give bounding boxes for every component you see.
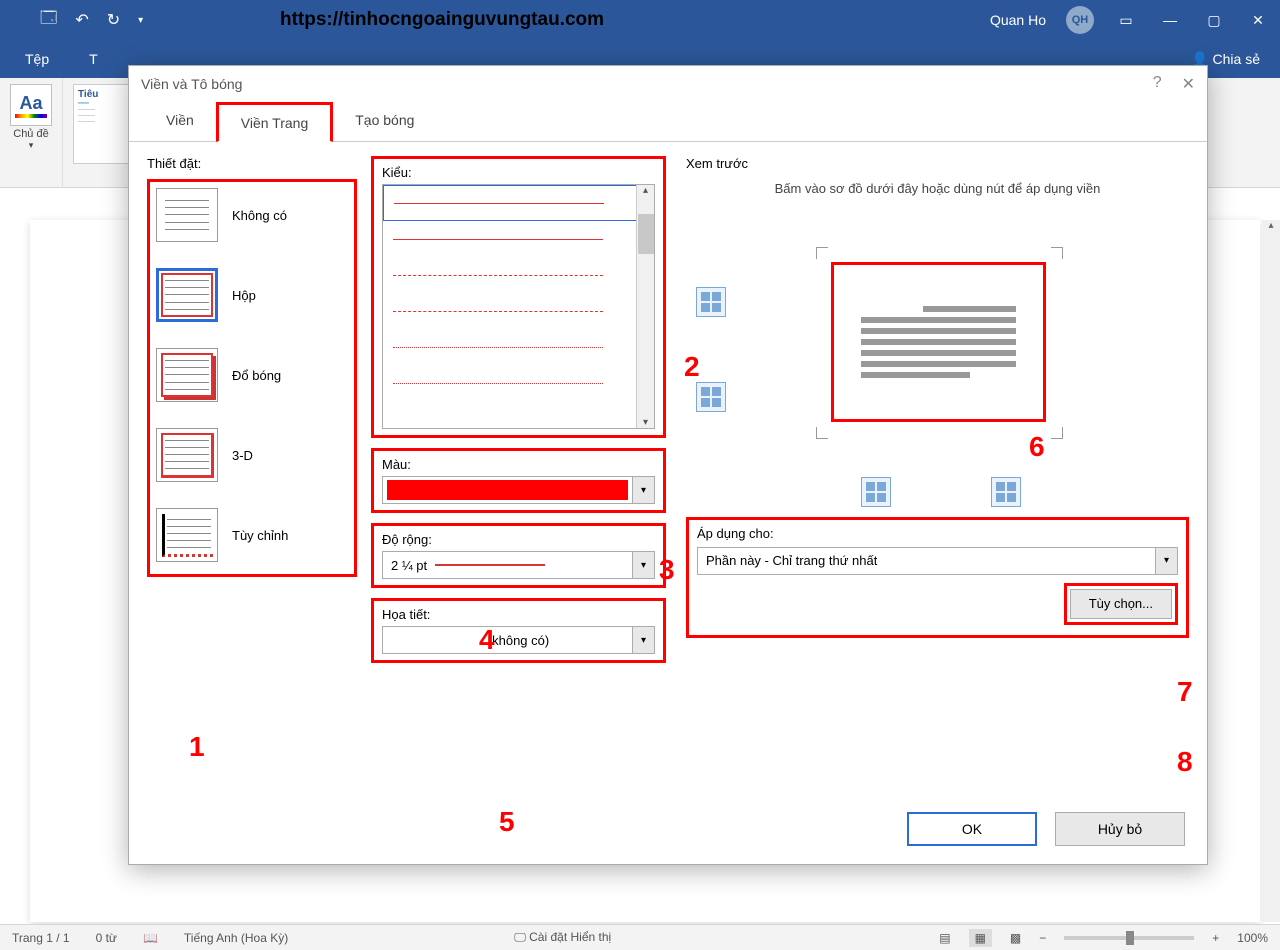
setting-none[interactable]: Không có [156, 188, 350, 242]
apply-to-dropdown[interactable]: Phần này - Chỉ trang thứ nhất ▾ [697, 547, 1178, 575]
undo-icon[interactable]: ↶ [75, 10, 88, 30]
themes-icon[interactable]: Aa [10, 84, 52, 126]
chevron-down-icon: ▾ [632, 627, 654, 653]
read-mode-icon[interactable]: ▤ [939, 931, 950, 945]
chevron-down-icon: ▾ [1155, 548, 1177, 574]
preview-label: Xem trước [686, 156, 1189, 171]
zoom-level[interactable]: 100% [1237, 931, 1268, 945]
borders-shading-dialog: Viền và Tô bóng ? ✕ Viền Viền Trang Tạo … [128, 65, 1208, 865]
setting-3d[interactable]: 3-D [156, 428, 350, 482]
width-label: Độ rộng: [382, 532, 655, 547]
tab-shading[interactable]: Tạo bóng [333, 102, 436, 141]
chevron-down-icon: ▾ [632, 477, 654, 503]
minimize-icon[interactable]: — [1158, 12, 1182, 28]
monitor-icon: 🖵 [514, 930, 526, 944]
apply-to-value: Phần này - Chỉ trang thứ nhất [698, 553, 877, 568]
edge-right-button[interactable] [991, 477, 1021, 507]
tab-file[interactable]: Tệp [25, 51, 49, 67]
cancel-button[interactable]: Hủy bỏ [1055, 812, 1185, 846]
vertical-scrollbar[interactable]: ▴ [1262, 220, 1280, 922]
style-scrollbar[interactable]: ▴▾ [636, 185, 654, 428]
color-label: Màu: [382, 457, 655, 472]
page-indicator[interactable]: Trang 1 / 1 [12, 931, 70, 945]
web-layout-icon[interactable]: ▩ [1010, 931, 1021, 945]
user-name[interactable]: Quan Ho [990, 12, 1046, 28]
width-value: 2 ¼ pt [383, 558, 427, 573]
style-group: Kiểu: ▴▾ [371, 156, 666, 438]
art-group: Họa tiết: (không có) ▾ [371, 598, 666, 663]
zoom-out-icon[interactable]: − [1039, 931, 1046, 945]
dialog-close-icon[interactable]: ✕ [1182, 74, 1195, 94]
user-avatar[interactable]: QH [1066, 6, 1094, 34]
maximize-icon[interactable]: ▢ [1202, 12, 1226, 29]
style-label: Kiểu: [382, 165, 655, 180]
tab-borders[interactable]: Viền [144, 102, 216, 141]
dialog-titlebar: Viền và Tô bóng ? ✕ [129, 66, 1207, 102]
save-icon[interactable]: 🗔 [40, 7, 57, 34]
themes-label: Chủ đề [13, 128, 48, 140]
display-settings[interactable]: 🖵 Cài đặt Hiển thị [514, 930, 611, 945]
qat-more-icon[interactable]: ▾ [138, 15, 143, 26]
annotation-1: 1 [189, 731, 205, 763]
print-layout-icon[interactable]: ▦ [969, 929, 992, 947]
ribbon-display-icon[interactable]: ▭ [1114, 12, 1138, 29]
preview-area [686, 217, 1189, 487]
edge-left-button[interactable] [861, 477, 891, 507]
zoom-in-icon[interactable]: + [1212, 931, 1219, 945]
word-count[interactable]: 0 từ [96, 931, 117, 945]
art-dropdown[interactable]: (không có) ▾ [382, 626, 655, 654]
zoom-slider[interactable] [1064, 936, 1194, 940]
dialog-footer: OK Hủy bỏ [907, 812, 1185, 846]
apply-to-group: Áp dụng cho: Phần này - Chỉ trang thứ nh… [686, 517, 1189, 638]
preview-hint: Bấm vào sơ đồ dưới đây hoặc dùng nút để … [726, 179, 1149, 199]
preview-page[interactable] [831, 262, 1046, 422]
annotation-5: 5 [499, 806, 515, 838]
annotation-6: 6 [1029, 431, 1045, 463]
ok-button[interactable]: OK [907, 812, 1037, 846]
settings-highlight-box: Không có Hộp Đổ bóng 3-D Tùy chỉnh [147, 179, 357, 577]
style-column: Kiểu: ▴▾ Màu: ▾ Độ rộng [371, 156, 666, 752]
annotation-7: 7 [1177, 676, 1193, 708]
chevron-down-icon: ▾ [632, 552, 654, 578]
setting-box[interactable]: Hộp [156, 268, 350, 322]
dialog-title-text: Viền và Tô bóng [141, 76, 242, 92]
annotation-2: 2 [684, 351, 700, 383]
edge-top-button[interactable] [696, 287, 726, 317]
settings-column: Thiết đặt: Không có Hộp Đổ bóng 3-D [147, 156, 357, 752]
language-indicator[interactable]: Tiếng Anh (Hoa Kỳ) [184, 931, 288, 945]
color-dropdown[interactable]: ▾ [382, 476, 655, 504]
options-button[interactable]: Tùy chọn... [1070, 589, 1172, 619]
width-dropdown[interactable]: 2 ¼ pt ▾ [382, 551, 655, 579]
preview-column: Xem trước Bấm vào sơ đồ dưới đây hoặc dù… [686, 156, 1189, 752]
setting-shadow[interactable]: Đổ bóng [156, 348, 350, 402]
art-label: Họa tiết: [382, 607, 655, 622]
help-icon[interactable]: ? [1153, 74, 1162, 94]
color-swatch [387, 480, 628, 500]
watermark-url: https://tinhocngoainguvungtau.com [280, 9, 604, 31]
close-icon[interactable]: ✕ [1246, 12, 1270, 29]
color-group: Màu: ▾ [371, 448, 666, 513]
edge-bottom-button[interactable] [696, 382, 726, 412]
window-titlebar: 🗔 ↶ ↻ ▾ https://tinhocngoainguvungtau.co… [0, 0, 1280, 40]
tab-hidden-t: T [89, 51, 98, 67]
annotation-4: 4 [479, 624, 495, 656]
dialog-tabs: Viền Viền Trang Tạo bóng [129, 102, 1207, 142]
style-listbox[interactable]: ▴▾ [382, 184, 655, 429]
settings-label: Thiết đặt: [147, 156, 357, 171]
apply-to-label: Áp dụng cho: [697, 526, 1178, 541]
redo-icon[interactable]: ↻ [107, 10, 120, 30]
annotation-8: 8 [1177, 746, 1193, 778]
proofing-icon[interactable]: 📖 [143, 931, 158, 945]
options-highlight-box: Tùy chọn... [1064, 583, 1178, 625]
art-value: (không có) [383, 633, 654, 648]
tab-page-border[interactable]: Viền Trang [216, 102, 333, 142]
status-bar: Trang 1 / 1 0 từ 📖 Tiếng Anh (Hoa Kỳ) 🖵 … [0, 924, 1280, 950]
setting-custom[interactable]: Tùy chỉnh [156, 508, 350, 562]
width-group: Độ rộng: 2 ¼ pt ▾ [371, 523, 666, 588]
annotation-3: 3 [659, 554, 675, 586]
themes-group: Aa Chủ đề ▾ [0, 78, 63, 187]
